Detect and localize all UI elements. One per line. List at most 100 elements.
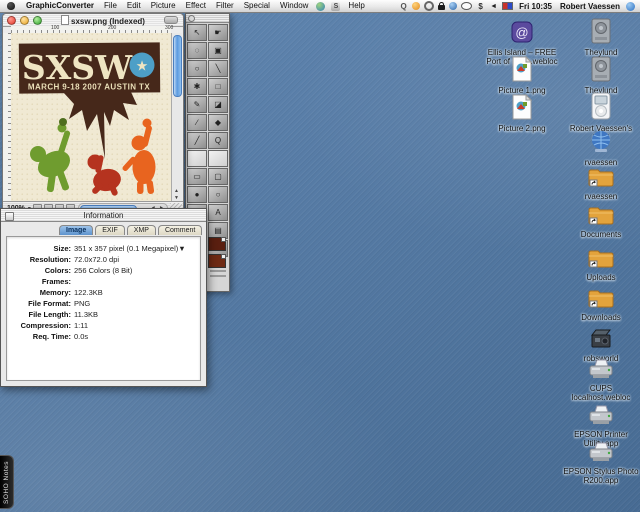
information-close-button[interactable] [5,212,14,221]
ellipse-select-tool-icon[interactable]: ○ [187,60,207,77]
roundrect-tool-icon[interactable]: ▢ [208,168,228,185]
menu-help[interactable]: Help [343,0,369,12]
zoom-button[interactable] [33,16,42,25]
info-field-label: Resolution: [7,254,74,265]
image-canvas[interactable]: SXSW ★ MARCH 9-18 2007 AUSTIN TX [11,33,171,202]
blank-tool-icon[interactable] [187,150,207,167]
pencil-tool-icon[interactable]: ∕ [187,114,207,131]
keychain-icon[interactable] [424,1,434,11]
info-field-label: Compression: [7,320,74,331]
lasso-tool-icon[interactable]: ◌ [187,42,207,59]
text-slant-tool-icon[interactable]: A [208,204,228,221]
lock-icon[interactable] [438,5,445,10]
toolbar-pill-button[interactable] [164,16,178,24]
minimize-button[interactable] [20,16,29,25]
desktop-icon-rvaessen[interactable]: rvaessen [561,166,640,202]
desktop: GraphicConverterFileEditPictureEffectFil… [0,0,640,512]
soho-notes-label: SOHO Notes [3,461,10,504]
tab-image[interactable]: Image [59,225,93,235]
desktop-icon-downloads[interactable]: Downloads [561,287,640,323]
info-field-value: 0.0s [74,331,88,342]
menu-special[interactable]: Special [239,0,275,12]
info-field-value: 1:11 [74,320,88,331]
info-field-row: Req. Time:0.0s [7,331,200,342]
quicksilver-icon[interactable]: Q [399,2,408,11]
disclosure-icon[interactable]: ▼ [178,243,185,254]
foreground-color-swatch[interactable] [208,237,226,251]
desktop-icon-label: EPSON Stylus Photo R200.app [561,468,640,485]
menu-edit[interactable]: Edit [122,0,146,12]
rule-tool-icon[interactable]: ╱ [187,132,207,149]
globe-icon[interactable] [449,2,457,10]
script-menu-icon[interactable]: S [331,2,340,11]
info-field-label: Memory: [7,287,74,298]
vertical-scroll-thumb[interactable] [173,35,182,97]
menu-file[interactable]: File [99,0,122,12]
info-field-label: Colors: [7,265,74,276]
info-field-row: Memory:122.3KB [7,287,200,298]
desktop-icon-cups[interactable]: CUPS localhost.webloc [561,358,640,402]
information-tabs: ImageEXIFXMPComment [1,222,206,235]
menu-effect[interactable]: Effect [181,0,211,12]
menu-graphicconverter[interactable]: GraphicConverter [21,0,99,12]
crop-tool-icon[interactable]: □ [208,78,228,95]
menu-clock[interactable]: Fri 10:35 [517,2,554,11]
palette-titlebar[interactable] [186,14,229,23]
oval-tool-icon[interactable]: ○ [208,186,228,203]
png-file-icon [511,94,533,125]
chat-icon[interactable] [461,2,472,10]
ruler-mark: 100 [51,25,59,31]
document-icon [61,15,69,25]
close-button[interactable] [7,16,16,25]
background-color-swatch[interactable] [208,254,226,268]
dollar-icon[interactable]: $ [476,2,485,11]
soho-notes-tab[interactable]: SOHO Notes [0,455,14,509]
wand-tool-icon[interactable]: ✱ [187,78,207,95]
desktop-icon-documents[interactable]: Documents [561,204,640,240]
information-titlebar[interactable]: Information [1,209,206,222]
menu-bar: GraphicConverterFileEditPictureEffectFil… [0,0,640,13]
bucket-tool-icon[interactable]: ◆ [208,114,228,131]
zoom-tool-icon[interactable]: Q [208,132,228,149]
menu-window[interactable]: Window [275,0,313,12]
folder-alias-icon [588,204,614,231]
desktop-icon-label: Documents [561,231,640,240]
info-field-value: 11.3KB [74,309,98,320]
scroll-arrows[interactable]: ▲▼ [172,188,181,202]
desktop-icon-epson-stylus-photo[interactable]: EPSON Stylus Photo R200.app [561,441,640,485]
info-field-label: Req. Time: [7,331,74,342]
flag-icon[interactable] [502,2,513,10]
circle-tool-icon[interactable]: ● [187,186,207,203]
apple-menu-icon[interactable] [7,2,15,10]
desktop-icon-picture-2-png[interactable]: Picture 2.png [482,94,562,134]
blank-tool-icon[interactable] [208,150,228,167]
line-tool-icon[interactable]: ╲ [208,60,228,77]
menu-user-name[interactable]: Robert Vaessen [558,2,622,11]
desktop-icon-theylund[interactable]: Theylund [561,56,640,96]
info-field-label: File Length: [7,309,74,320]
url-access-menu-icon[interactable] [316,2,325,11]
desktop-icon-rvaessen[interactable]: rvaessen [561,130,640,168]
network-server-icon [590,18,612,49]
menu-picture[interactable]: Picture [146,0,181,12]
pen-tool-icon[interactable]: ✎ [187,96,207,113]
tab-comment[interactable]: Comment [158,225,202,235]
orange-ball-icon[interactable] [412,2,420,10]
rect-tool-icon[interactable]: ▭ [187,168,207,185]
palette-close-button[interactable] [188,15,195,22]
marquee-tool-icon[interactable]: ▣ [208,42,228,59]
tab-xmp[interactable]: XMP [127,225,156,235]
desktop-icon-uploads[interactable]: Uploads [561,247,640,283]
hand-tool-icon[interactable]: ☛ [208,24,228,41]
tab-exif[interactable]: EXIF [95,225,125,235]
desktop-icon-picture-1-png[interactable]: Picture 1.png [482,56,562,96]
volume-icon[interactable]: ◄ [489,2,498,11]
user-switch-icon[interactable] [626,2,635,11]
vertical-scrollbar[interactable]: ▲▼ [171,33,182,202]
select-tool-icon[interactable]: ↖ [187,24,207,41]
info-field-value: 256 Colors (8 Bit) [74,265,132,276]
desktop-icon-theylund[interactable]: Theylund [561,18,640,58]
menu-filter[interactable]: Filter [211,0,239,12]
network-server-icon [590,56,612,87]
eraser-tool-icon[interactable]: ◪ [208,96,228,113]
